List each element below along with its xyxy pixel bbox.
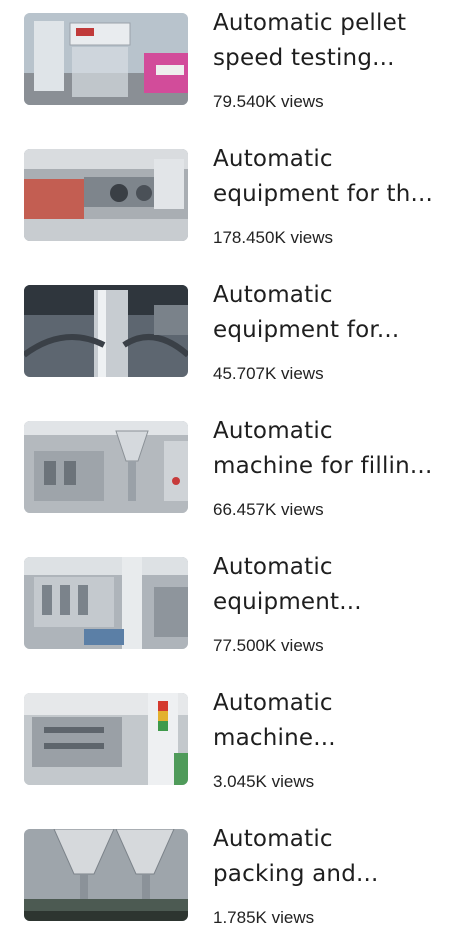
thumbnail-image	[24, 13, 188, 105]
thumbnail-image	[24, 557, 188, 649]
view-count: 1.785K views	[213, 908, 315, 927]
video-card[interactable]: Automatic pellet speed testing... 79.540…	[0, 6, 463, 126]
video-thumbnail[interactable]	[24, 13, 188, 105]
view-count: 3.045K views	[213, 772, 315, 791]
video-title[interactable]: Automatic machine...	[213, 686, 449, 756]
view-count: 66.457K views	[213, 500, 324, 519]
thumbnail-image	[24, 829, 188, 921]
video-title[interactable]: Automatic packing and...	[213, 822, 449, 892]
video-title[interactable]: Automatic equipment for th...	[213, 142, 449, 212]
video-title[interactable]: Automatic machine for fillin...	[213, 414, 449, 484]
video-card[interactable]: Automatic machine for fillin... 66.457K …	[0, 414, 463, 534]
video-title-line1: Automatic	[213, 282, 333, 308]
video-title-line2: machine for fillin...	[213, 453, 433, 479]
view-count: 77.500K views	[213, 636, 324, 655]
video-thumbnail[interactable]	[24, 557, 188, 649]
video-thumbnail[interactable]	[24, 285, 188, 377]
video-card[interactable]: Automatic packing and... 1.785K views	[0, 822, 463, 942]
video-title-line1: Automatic pellet	[213, 10, 407, 36]
video-title-line1: Automatic	[213, 554, 333, 580]
thumbnail-image	[24, 421, 188, 513]
video-title[interactable]: Automatic pellet speed testing...	[213, 6, 449, 76]
video-card[interactable]: Automatic equipment for th... 178.450K v…	[0, 142, 463, 262]
video-title-line1: Automatic	[213, 418, 333, 444]
video-thumbnail[interactable]	[24, 149, 188, 241]
video-list: Automatic pellet speed testing... 79.540…	[0, 0, 463, 927]
view-count: 79.540K views	[213, 92, 324, 111]
video-thumbnail[interactable]	[24, 693, 188, 785]
video-card[interactable]: Automatic equipment... 77.500K views	[0, 550, 463, 670]
view-count: 178.450K views	[213, 228, 334, 247]
video-title-line2: speed testing...	[213, 45, 395, 71]
video-card[interactable]: Automatic machine... 3.045K views	[0, 686, 463, 806]
thumbnail-image	[24, 285, 188, 377]
video-title-line2: equipment for th...	[213, 181, 434, 207]
video-title-line2: packing and...	[213, 861, 379, 887]
video-card[interactable]: Automatic equipment for... 45.707K views	[0, 278, 463, 398]
thumbnail-image	[24, 693, 188, 785]
video-title-line2: equipment...	[213, 589, 362, 615]
video-title-line1: Automatic	[213, 690, 333, 716]
view-count: 45.707K views	[213, 364, 324, 383]
video-title-line1: Automatic	[213, 826, 333, 852]
video-title-line2: equipment for...	[213, 317, 400, 343]
video-title-line2: machine...	[213, 725, 336, 751]
video-title[interactable]: Automatic equipment for...	[213, 278, 449, 348]
video-title[interactable]: Automatic equipment...	[213, 550, 449, 620]
thumbnail-image	[24, 149, 188, 241]
video-title-line1: Automatic	[213, 146, 333, 172]
video-thumbnail[interactable]	[24, 421, 188, 513]
video-thumbnail[interactable]	[24, 829, 188, 921]
